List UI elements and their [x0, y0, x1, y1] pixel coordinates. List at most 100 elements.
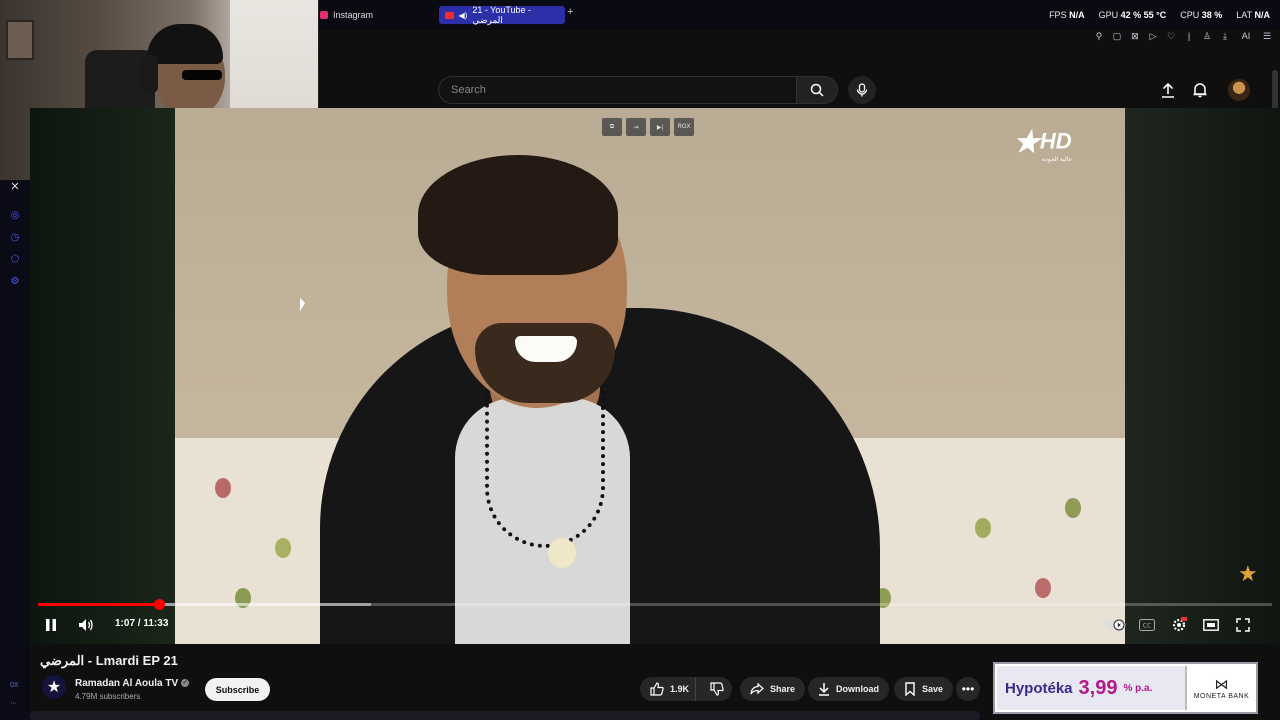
- fullscreen-button[interactable]: [1232, 614, 1254, 636]
- shield-icon[interactable]: ⊠: [1130, 31, 1140, 41]
- settings-button[interactable]: [1168, 614, 1190, 636]
- ai-button[interactable]: AI: [1238, 31, 1254, 41]
- channel-name[interactable]: Ramadan Al Aoula TV: [75, 678, 178, 689]
- ad-left: Hypotéka 3,99 % p.a.: [997, 666, 1187, 710]
- cc-icon: CC: [1139, 619, 1155, 631]
- speaker-icon[interactable]: ◀): [459, 11, 468, 20]
- cam-glasses: [182, 70, 222, 80]
- mute-button[interactable]: [75, 614, 97, 636]
- popout-icon[interactable]: ⧉: [602, 118, 622, 136]
- download-label: Download: [836, 684, 879, 694]
- new-tab-button[interactable]: +: [567, 6, 573, 18]
- cam-picture-frame: [6, 20, 34, 60]
- notifications-button[interactable]: [1190, 80, 1210, 100]
- theater-button[interactable]: [1200, 614, 1222, 636]
- like-dislike-group: 1.9K: [640, 677, 732, 701]
- description-box-edge: [30, 711, 980, 720]
- star-icon: ★: [46, 679, 62, 696]
- account-avatar[interactable]: [1228, 79, 1250, 101]
- captions-button[interactable]: CC: [1136, 614, 1158, 636]
- play-icon[interactable]: ▷: [1148, 31, 1158, 41]
- close-icon[interactable]: ✕: [9, 180, 21, 193]
- more-icon[interactable]: ···: [10, 700, 17, 707]
- instagram-icon: [320, 11, 328, 19]
- skip-icon[interactable]: ▶|: [650, 118, 670, 136]
- search-input[interactable]: Search: [438, 76, 796, 104]
- share-icon: [750, 683, 764, 695]
- tab-label: 21 - YouTube - المرضي: [472, 4, 532, 25]
- watermark-star-icon: ★: [1238, 561, 1258, 586]
- screen: Instagram ◀) 21 - YouTube - المرضي + FPS…: [0, 0, 1280, 720]
- share-button[interactable]: Share: [740, 677, 806, 701]
- puzzle-icon[interactable]: ⬠: [9, 253, 21, 265]
- performance-overlay: FPS N/A GPU 42 % 55 °C CPU 38 % LAT N/A: [1049, 10, 1270, 20]
- browser-sidebar: ✕ ◎ ◷ ⬠ ⚙ 0X ···: [0, 180, 30, 720]
- curtain-dot: [1065, 498, 1081, 518]
- cam-headphones: [140, 55, 158, 93]
- zoom-label: 0X: [10, 682, 19, 689]
- enter-icon[interactable]: ⇥: [626, 118, 646, 136]
- upload-icon: [1162, 82, 1174, 98]
- share-label: Share: [770, 684, 796, 694]
- svg-text:CC: CC: [1143, 623, 1151, 630]
- scene-beard: [475, 323, 615, 403]
- pause-button[interactable]: [40, 614, 62, 636]
- clock-icon[interactable]: ◷: [9, 231, 21, 243]
- save-label: Save: [922, 684, 944, 694]
- dislike-button[interactable]: [702, 677, 732, 701]
- time-display: 1:07 / 11:33: [115, 618, 169, 629]
- upload-button[interactable]: [1158, 80, 1178, 100]
- tab-instagram[interactable]: Instagram: [314, 6, 379, 24]
- video-player[interactable]: ⧉ ⇥ ▶| RGX ★HD عالية الجودة ★ 1:07 / 11:…: [30, 108, 1280, 644]
- cpu-stat: CPU 38 %: [1180, 10, 1223, 20]
- download-icon[interactable]: ⤓: [1220, 31, 1230, 41]
- search-button[interactable]: [796, 76, 838, 104]
- gpu-stat: GPU 42 % 55 °C: [1098, 10, 1167, 20]
- volume-icon: [79, 619, 93, 631]
- tab-youtube[interactable]: ◀) 21 - YouTube - المرضي: [439, 4, 565, 25]
- ad-rate-suffix: % p.a.: [1123, 682, 1153, 694]
- bookmark-icon: [905, 682, 915, 696]
- scrubber-handle[interactable]: [153, 599, 165, 610]
- hd-label: HD: [1039, 128, 1072, 154]
- menu-icon[interactable]: ☰: [1262, 31, 1272, 41]
- microphone-icon: [856, 83, 868, 97]
- channel-hd-logo: ★HD: [1013, 125, 1072, 160]
- player-extension-tools: ⧉ ⇥ ▶| RGX: [602, 118, 694, 136]
- rgx-button[interactable]: RGX: [674, 118, 694, 136]
- scene-necklace: [485, 388, 605, 548]
- heart-icon[interactable]: ♡: [1166, 31, 1176, 41]
- verified-icon: ✓: [181, 679, 189, 687]
- video-title: المرضي - Lmardi EP 21: [40, 653, 178, 668]
- gear-icon: [1172, 617, 1187, 632]
- progress-played: [38, 603, 159, 606]
- autoplay-toggle[interactable]: [1103, 614, 1127, 636]
- youtube-icon: [445, 11, 454, 19]
- pause-icon: [46, 619, 56, 631]
- theater-icon: [1203, 619, 1219, 631]
- settings-icon[interactable]: ⚙: [9, 275, 21, 287]
- save-button[interactable]: Save: [894, 677, 954, 701]
- user-icon[interactable]: ♙: [1202, 31, 1212, 41]
- compass-icon[interactable]: ◎: [9, 209, 21, 221]
- video-frame: [175, 108, 1125, 644]
- subscribe-button[interactable]: Subscribe: [205, 678, 270, 701]
- pin-icon[interactable]: ⚲: [1094, 31, 1104, 41]
- channel-avatar[interactable]: ★: [42, 675, 66, 699]
- more-actions-button[interactable]: •••: [956, 677, 980, 701]
- ad-brand-name: MONETA BANK: [1193, 693, 1250, 700]
- extension-toolbar: ⚲ ▢ ⊠ ▷ ♡ | ♙ ⤓ AI ☰: [1094, 31, 1272, 42]
- sponsored-ad[interactable]: Hypotéka 3,99 % p.a. ⋈ MONETA BANK: [993, 662, 1258, 714]
- voice-search-button[interactable]: [848, 76, 876, 104]
- progress-bar[interactable]: [38, 599, 1272, 610]
- ad-brand: ⋈ MONETA BANK: [1187, 676, 1256, 700]
- autoplay-icon: [1104, 619, 1126, 631]
- download-button[interactable]: Download: [808, 677, 889, 701]
- square-icon[interactable]: ▢: [1112, 31, 1122, 41]
- curtain-dot: [275, 538, 291, 558]
- moneta-logo-icon: ⋈: [1214, 676, 1229, 692]
- ad-rate: 3,99: [1078, 676, 1118, 699]
- lat-stat: LAT N/A: [1236, 10, 1270, 20]
- tab-label: Instagram: [333, 10, 374, 20]
- like-button[interactable]: 1.9K: [640, 677, 697, 701]
